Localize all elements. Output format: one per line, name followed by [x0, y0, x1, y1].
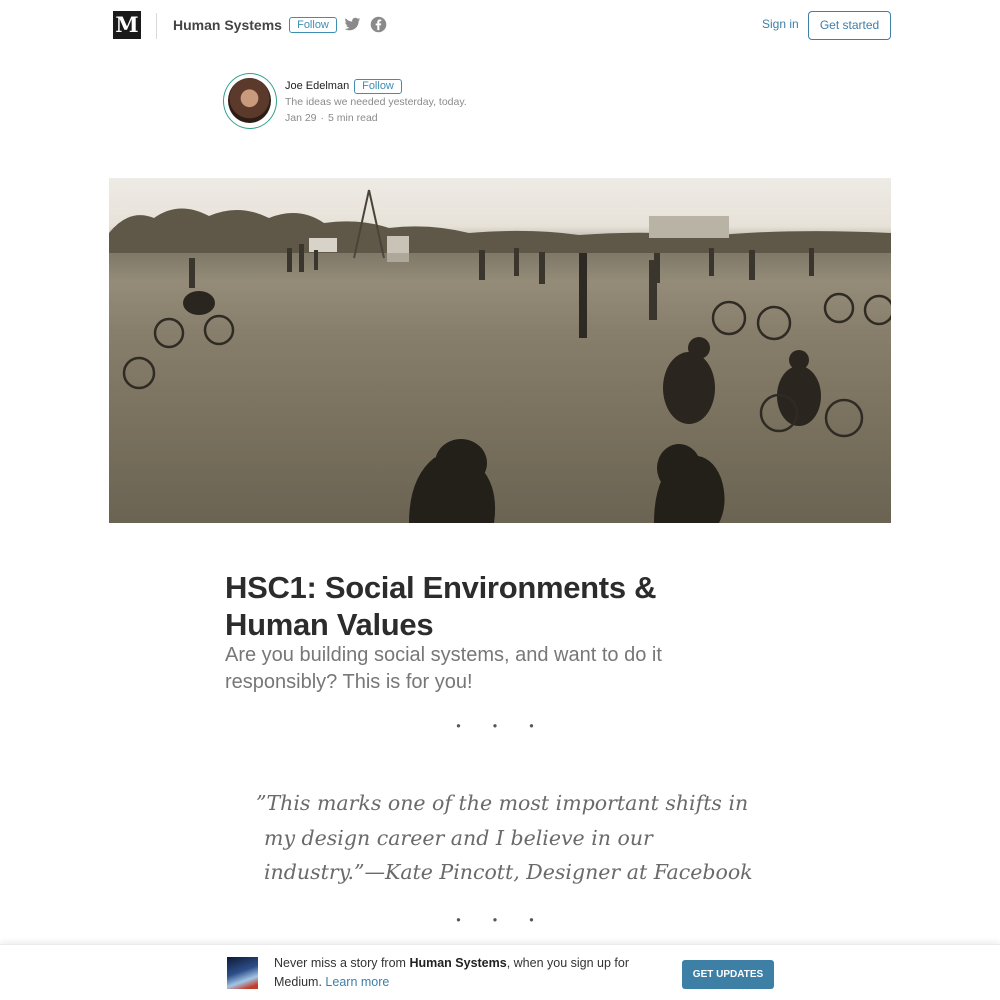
author-bio: The ideas we needed yesterday, today. [285, 96, 467, 108]
get-started-button[interactable]: Get started [808, 11, 891, 40]
follow-publication-button[interactable]: Follow [289, 17, 337, 33]
top-navigation: M Human Systems Follow Sign in Get start… [0, 0, 1000, 52]
facebook-icon[interactable] [370, 16, 387, 33]
author-name[interactable]: Joe Edelman [285, 80, 349, 92]
sign-in-link[interactable]: Sign in [762, 17, 799, 31]
header-divider [156, 13, 157, 39]
section-divider: · · · [454, 906, 546, 936]
article-subtitle: Are you building social systems, and wan… [225, 644, 662, 693]
publication-name[interactable]: Human Systems [173, 17, 282, 33]
banner-publication: Human Systems [409, 956, 507, 970]
meta-separator: · [320, 112, 325, 124]
park-scene-illustration [109, 189, 891, 523]
pull-quote: ”This marks one of the most important sh… [256, 791, 753, 884]
article-title-line-1: HSC1: Social Environments & [225, 570, 657, 605]
section-divider: · · · [454, 712, 546, 742]
post-meta: Jan 29 · 5 min read [285, 112, 378, 124]
follow-author-button[interactable]: Follow [354, 79, 402, 94]
banner-message: Never miss a story from Human Systems, w… [274, 954, 664, 992]
get-updates-button[interactable]: GET UPDATES [682, 960, 774, 989]
publication-thumbnail [227, 957, 258, 989]
learn-more-link[interactable]: Learn more [325, 975, 389, 989]
article-title: HSC1: Social Environments & Human Values [225, 569, 745, 643]
hero-image [109, 178, 891, 523]
banner-text-before: Never miss a story from [274, 956, 410, 970]
twitter-icon[interactable] [344, 16, 361, 33]
signup-banner: Never miss a story from Human Systems, w… [0, 944, 1000, 1000]
article-title-line-2: Human Values [225, 607, 434, 642]
read-time: 5 min read [328, 112, 378, 124]
post-date: Jan 29 [285, 112, 317, 124]
avatar-image [228, 78, 271, 123]
author-avatar[interactable] [223, 73, 277, 129]
medium-logo[interactable]: M [113, 11, 141, 39]
